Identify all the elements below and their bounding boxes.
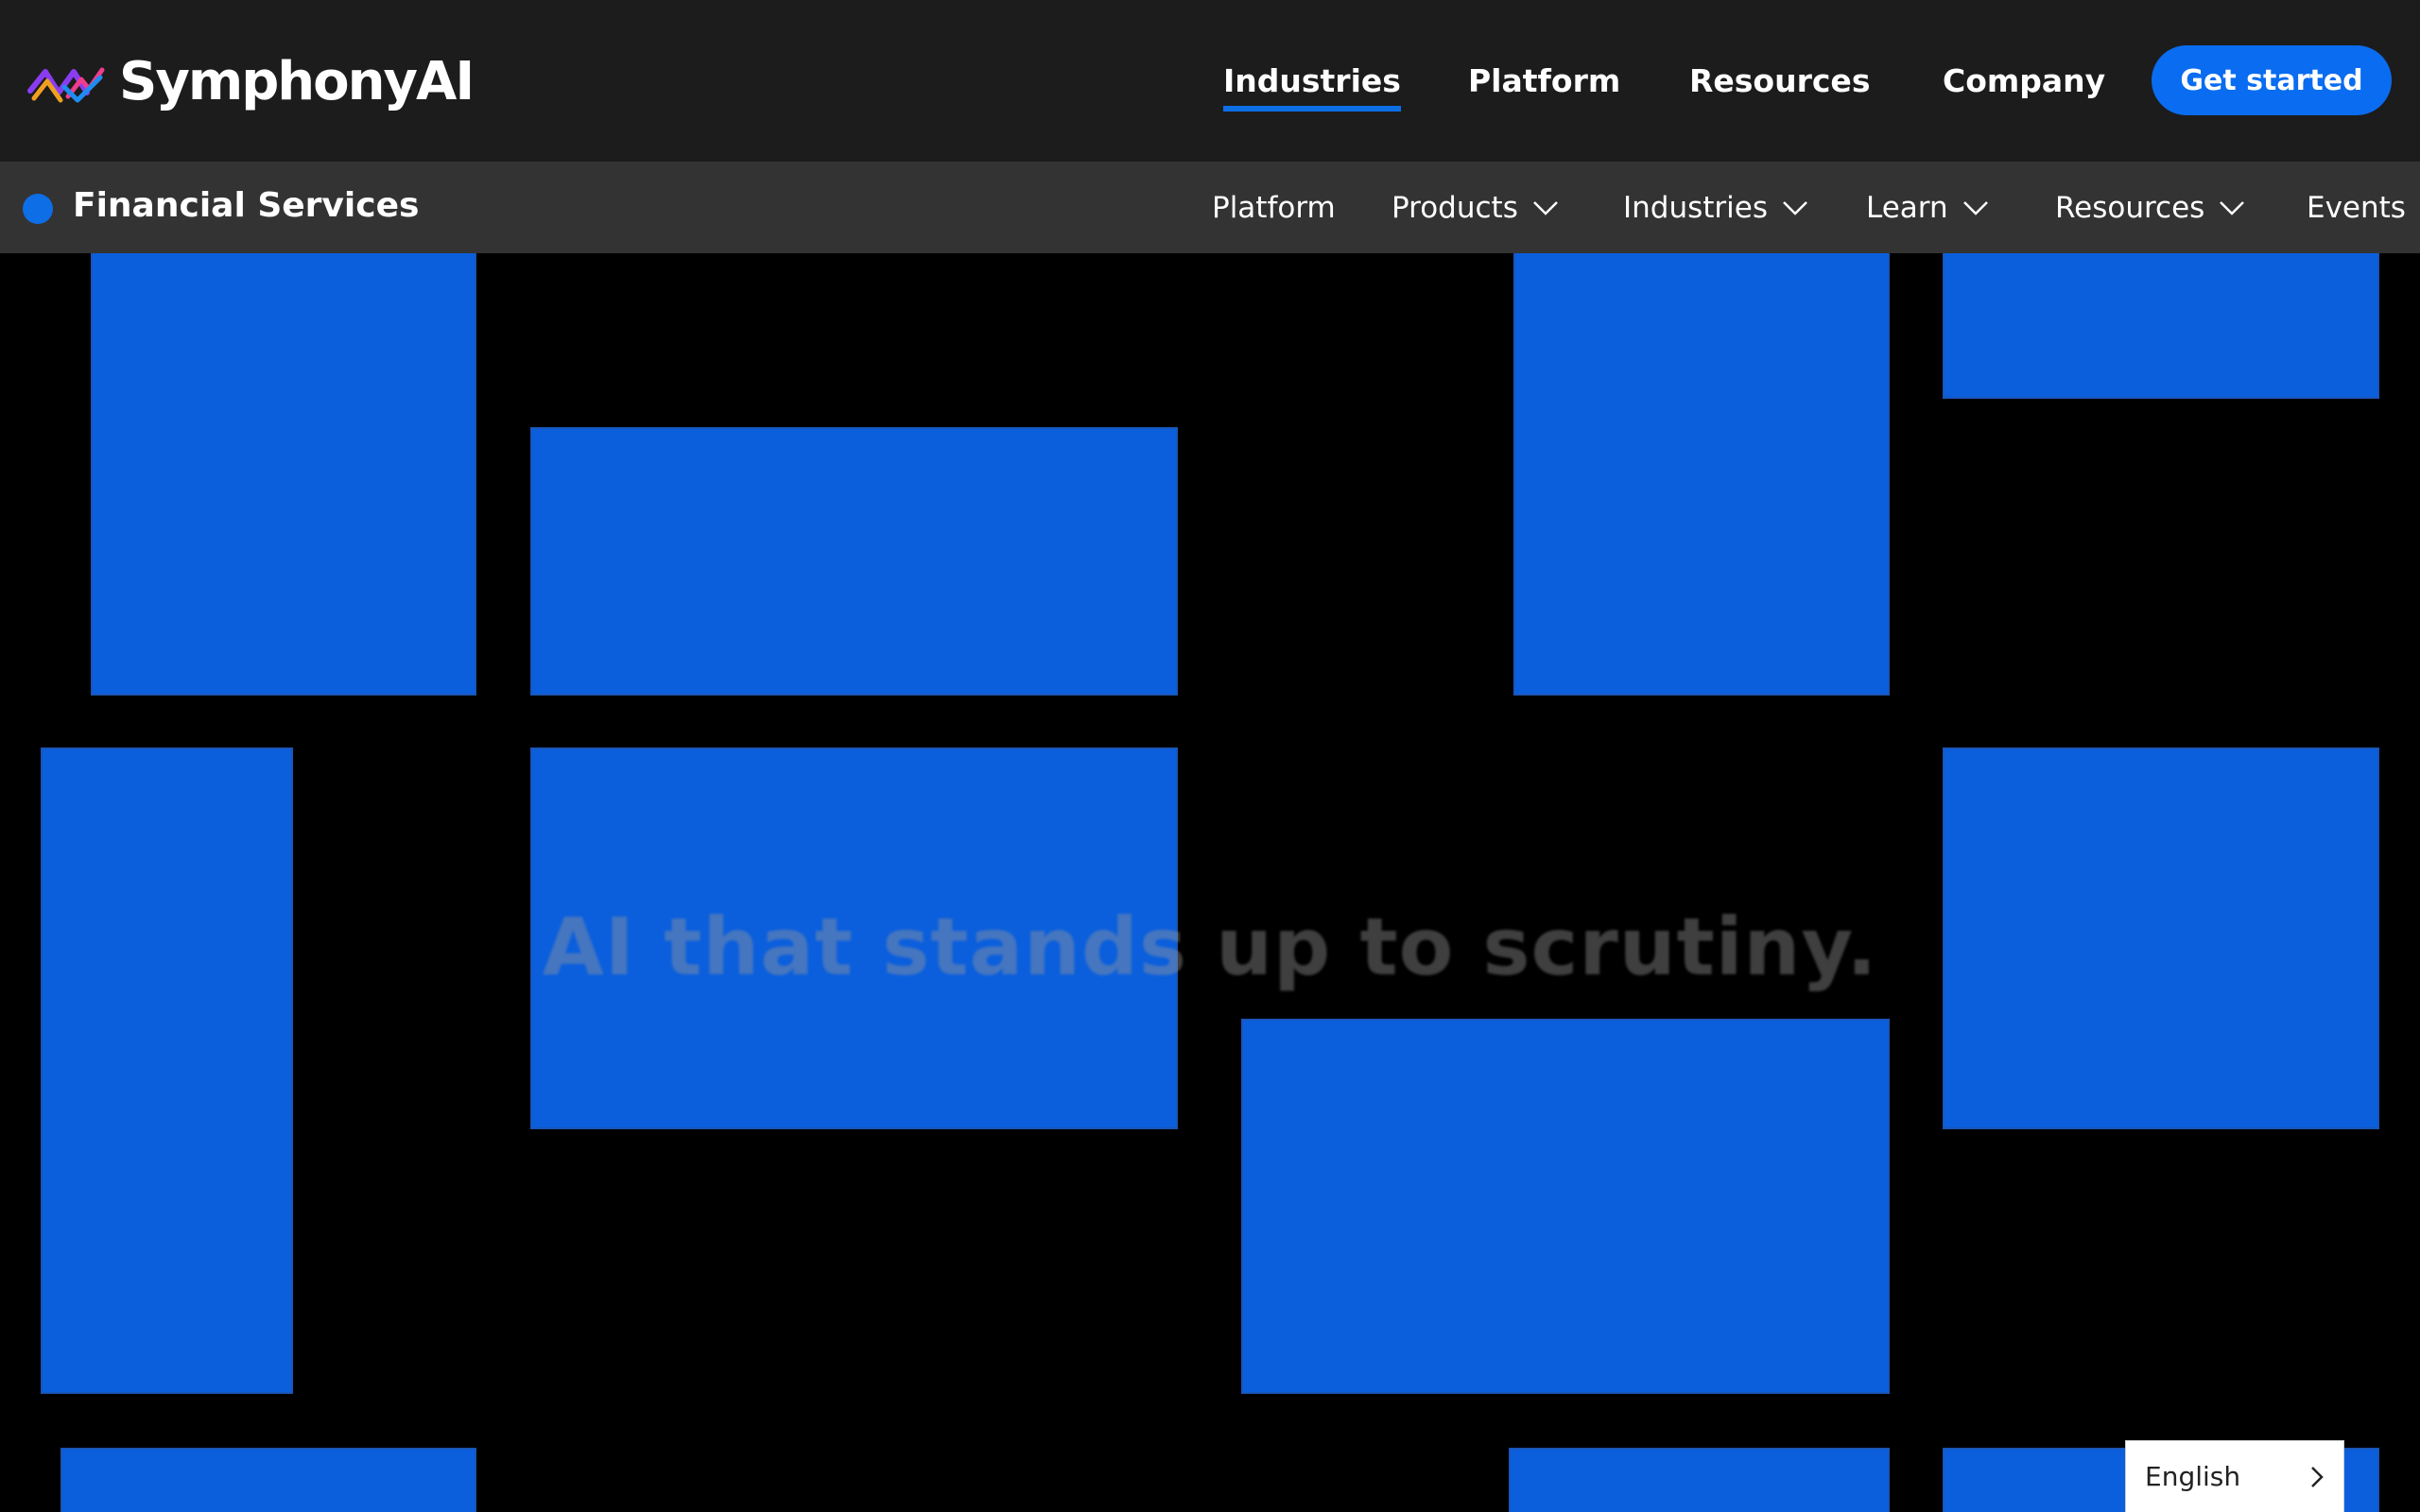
subnav-item-label: Events <box>2307 191 2406 225</box>
hero-tile <box>1943 747 2379 1129</box>
topnav-industries[interactable]: Industries <box>1223 59 1401 112</box>
subnav-item-platform[interactable]: Platform <box>1212 184 1336 232</box>
top-navigation: SymphonyAI Industries Platform Resources… <box>0 0 2420 162</box>
hero-tile <box>1509 1448 1890 1512</box>
subnav-item-products[interactable]: Products <box>1392 184 1560 232</box>
symphonyai-logo[interactable]: SymphonyAI <box>26 49 475 115</box>
chevron-down-icon <box>1532 201 1558 215</box>
get-started-button[interactable]: Get started <box>2152 45 2392 115</box>
hero-tile <box>60 1448 476 1512</box>
hero-tile <box>530 747 1178 1129</box>
hero-tile <box>1513 253 1890 696</box>
hero-tile <box>1943 253 2379 399</box>
section-title[interactable]: Financial Services <box>73 182 419 230</box>
chevron-down-icon <box>2220 201 2245 215</box>
language-selector[interactable]: English <box>2125 1440 2344 1512</box>
subnav-item-events[interactable]: Events <box>2307 184 2406 232</box>
topnav-platform[interactable]: Platform <box>1468 59 1620 104</box>
language-label: English <box>2145 1461 2241 1492</box>
topnav-resources[interactable]: Resources <box>1689 59 1870 104</box>
topnav-company[interactable]: Company <box>1943 59 2105 104</box>
hero-tile <box>530 427 1178 696</box>
hero-section: AI that stands up to scrutiny. <box>0 253 2420 1512</box>
chevron-right-icon <box>2311 1466 2324 1487</box>
symphonyai-logo-icon <box>27 67 105 103</box>
subnav-item-label: Learn <box>1866 191 1948 225</box>
subnav-item-resources[interactable]: Resources <box>2055 184 2246 232</box>
subnav-item-label: Platform <box>1212 191 1336 225</box>
hero-tile <box>91 253 476 696</box>
subnav-item-label: Resources <box>2055 191 2205 225</box>
subnav-item-learn[interactable]: Learn <box>1866 184 1990 232</box>
subnav-item-label: Products <box>1392 191 1518 225</box>
section-dot-icon <box>23 194 53 224</box>
hero-tile <box>1241 1019 1890 1394</box>
chevron-down-icon <box>1962 201 1988 215</box>
subnav-item-label: Industries <box>1623 191 1769 225</box>
section-navigation: Financial Services Platform Products Ind… <box>0 162 2420 253</box>
hero-tile <box>41 747 293 1394</box>
brand-name: SymphonyAI <box>119 51 475 112</box>
chevron-down-icon <box>1783 201 1807 215</box>
subnav-item-industries[interactable]: Industries <box>1623 184 1809 232</box>
